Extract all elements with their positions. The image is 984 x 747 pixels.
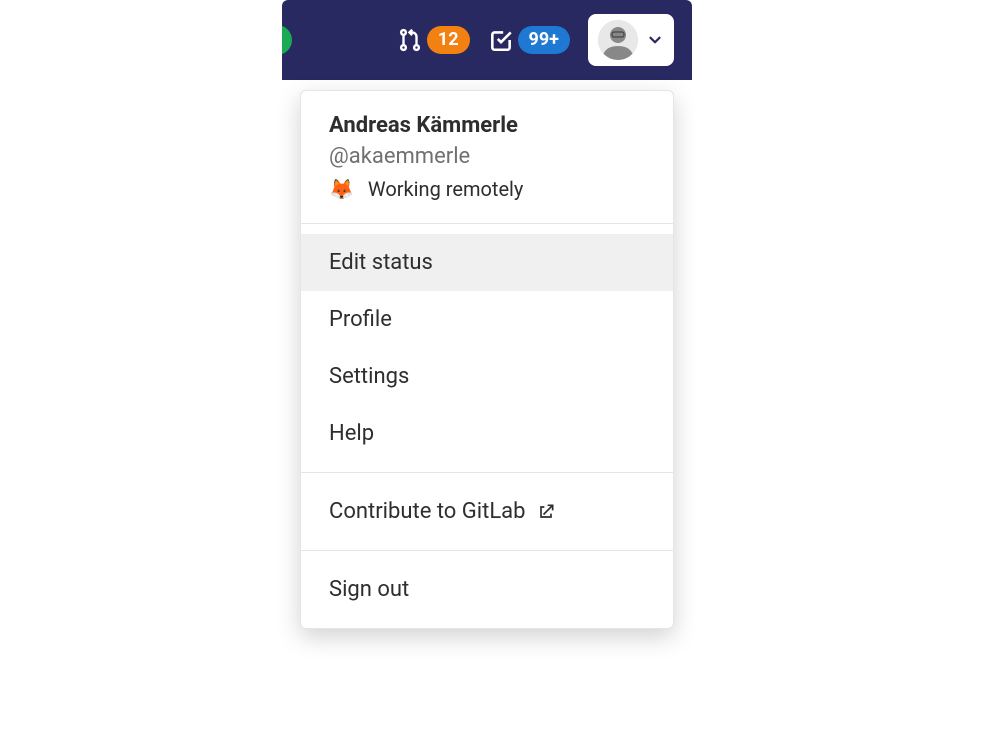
merge-requests-nav[interactable]: 12: [397, 26, 470, 54]
top-navbar: 12 99+: [282, 0, 692, 80]
menu-item-label: Help: [329, 421, 374, 446]
dropdown-header: Andreas Kämmerle @akaemmerle 🦊 Working r…: [301, 91, 673, 224]
menu-item-label: Edit status: [329, 250, 433, 275]
status-emoji: 🦊: [329, 177, 354, 201]
user-status: 🦊 Working remotely: [329, 177, 645, 201]
menu-item-label: Sign out: [329, 577, 409, 602]
user-handle: @akaemmerle: [329, 144, 645, 169]
status-text: Working remotely: [368, 177, 523, 201]
menu-item-edit-status[interactable]: Edit status: [301, 234, 673, 291]
user-display-name: Andreas Kämmerle: [329, 113, 645, 138]
merge-requests-badge: 12: [427, 26, 470, 54]
merge-request-icon: [397, 27, 423, 53]
menu-item-label: Contribute to GitLab: [329, 499, 526, 524]
avatar: [598, 20, 638, 60]
menu-item-help[interactable]: Help: [301, 405, 673, 462]
external-link-icon: [536, 502, 556, 522]
menu-item-sign-out[interactable]: Sign out: [301, 561, 673, 618]
chevron-down-icon: [646, 31, 664, 49]
user-menu-button[interactable]: [588, 14, 674, 66]
menu-item-profile[interactable]: Profile: [301, 291, 673, 348]
todos-badge: 99+: [518, 26, 570, 54]
status-dot-partial: [282, 25, 292, 55]
todos-icon: [488, 27, 514, 53]
menu-item-contribute[interactable]: Contribute to GitLab: [301, 483, 673, 540]
user-dropdown-menu: Andreas Kämmerle @akaemmerle 🦊 Working r…: [300, 90, 674, 629]
menu-section-signout: Sign out: [301, 551, 673, 628]
menu-section-contribute: Contribute to GitLab: [301, 473, 673, 551]
menu-item-label: Settings: [329, 364, 409, 389]
app-frame: 12 99+: [282, 0, 692, 80]
todos-nav[interactable]: 99+: [488, 26, 570, 54]
menu-item-label: Profile: [329, 307, 392, 332]
menu-item-settings[interactable]: Settings: [301, 348, 673, 405]
menu-section-primary: Edit status Profile Settings Help: [301, 224, 673, 473]
